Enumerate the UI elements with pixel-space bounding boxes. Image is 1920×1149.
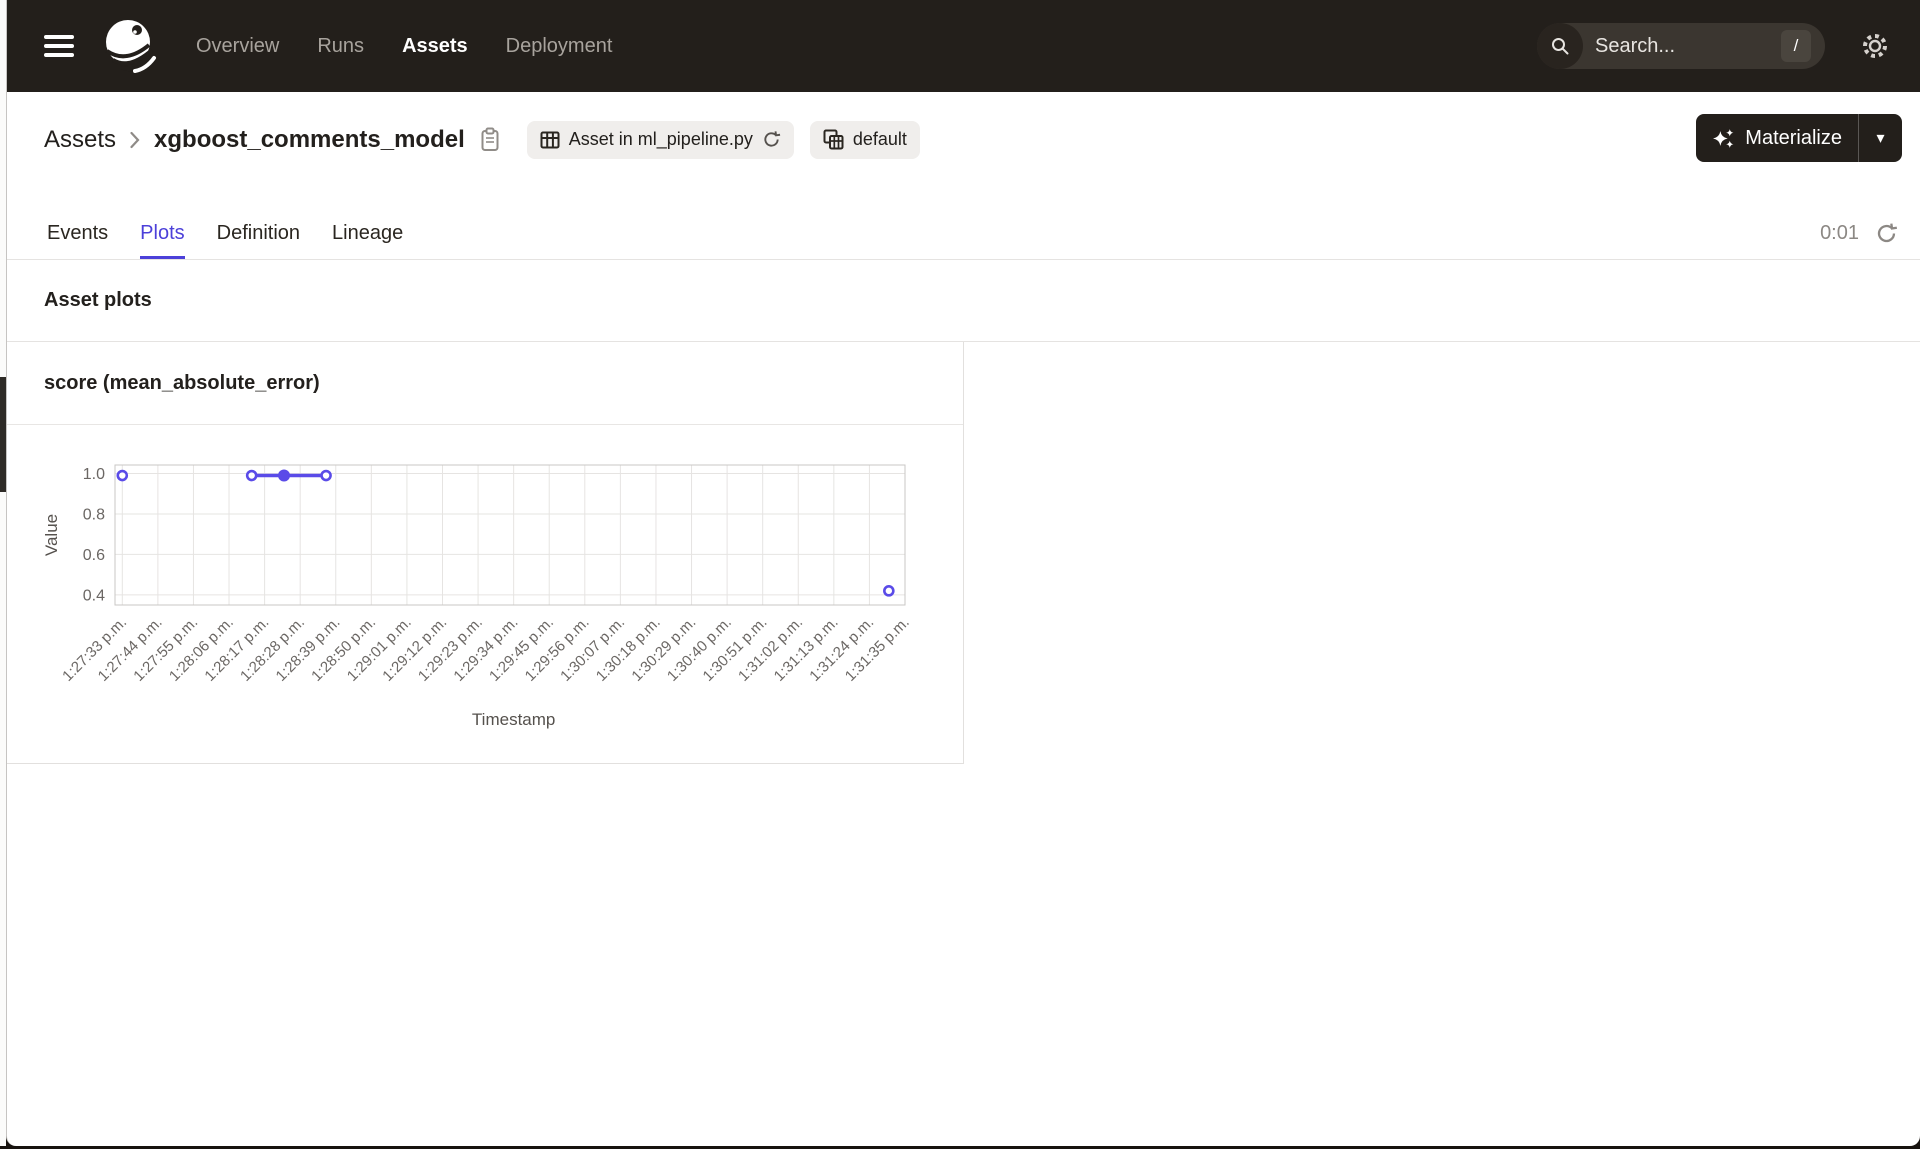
gear-icon[interactable] — [1860, 31, 1890, 61]
refresh-icon[interactable] — [1875, 222, 1898, 245]
group-badge[interactable]: default — [809, 120, 920, 159]
tab-lineage[interactable]: Lineage — [332, 222, 403, 259]
table-grid-icon — [540, 131, 560, 148]
svg-text:0.8: 0.8 — [83, 506, 105, 523]
nav-item-runs[interactable]: Runs — [317, 35, 364, 58]
asset-group-icon — [823, 129, 844, 150]
tab-plots[interactable]: Plots — [140, 222, 184, 259]
nav-item-deployment[interactable]: Deployment — [506, 35, 613, 58]
app-window: Overview Runs Assets Deployment Search..… — [6, 0, 1920, 1146]
svg-text:1.0: 1.0 — [83, 466, 105, 483]
copy-icon[interactable] — [479, 127, 501, 153]
hamburger-menu-icon[interactable] — [44, 35, 74, 57]
asset-tabs: Events Plots Definition Lineage 0:01 — [7, 212, 1920, 260]
asset-plots-section-header: Asset plots — [7, 260, 1920, 342]
search-placeholder: Search... — [1595, 34, 1676, 57]
materialize-button[interactable]: Materialize — [1696, 114, 1858, 162]
data-point[interactable] — [116, 469, 129, 482]
materialize-dropdown-button[interactable]: ▾ — [1858, 114, 1902, 162]
code-location-label: Asset in ml_pipeline.py — [568, 129, 753, 149]
svg-text:0.6: 0.6 — [83, 547, 105, 564]
nav-item-assets[interactable]: Assets — [402, 35, 468, 58]
materialize-split-button: Materialize ▾ — [1696, 114, 1902, 162]
nav-links: Overview Runs Assets Deployment — [196, 35, 612, 58]
tab-events[interactable]: Events — [47, 222, 108, 259]
svg-text:0.4: 0.4 — [83, 587, 105, 604]
asset-header: Assets xgboost_comments_model Asset in m… — [7, 92, 1920, 187]
search-shortcut-badge: / — [1781, 30, 1811, 62]
code-location-badge[interactable]: Asset in ml_pipeline.py — [526, 120, 794, 159]
metric-line-chart[interactable]: 0.4 0.6 0.8 1.0 1:27:33 p.m. 1:27:44 p.m. 1:27… — [7, 425, 963, 764]
reload-icon[interactable] — [762, 130, 781, 149]
chevron-right-icon — [130, 131, 140, 149]
group-badge-label: default — [852, 129, 907, 149]
sparkles-icon — [1713, 128, 1734, 148]
svg-text:Timestamp: Timestamp — [472, 710, 555, 729]
dagster-logo[interactable] — [102, 17, 160, 75]
search-icon — [1537, 23, 1583, 69]
nav-item-overview[interactable]: Overview — [196, 35, 279, 58]
data-point[interactable] — [883, 585, 895, 597]
page-title: xgboost_comments_model — [154, 125, 465, 153]
refresh-countdown: 0:01 — [1820, 222, 1859, 244]
data-point[interactable] — [245, 469, 258, 482]
tab-definition[interactable]: Definition — [217, 222, 300, 259]
section-title: Asset plots — [44, 289, 152, 311]
plot-title: score (mean_absolute_error) — [44, 371, 320, 394]
data-point[interactable] — [320, 469, 332, 482]
plot-card: score (mean_absolute_error) 0.4 0.6 0.8 1.0… — [7, 342, 964, 764]
materialize-label: Materialize — [1745, 126, 1842, 149]
search-input[interactable]: Search... / — [1537, 23, 1825, 69]
svg-text:Value: Value — [42, 514, 61, 556]
caret-down-icon: ▾ — [1876, 130, 1885, 147]
top-nav: Overview Runs Assets Deployment Search..… — [7, 0, 1920, 92]
breadcrumb-assets-link[interactable]: Assets — [44, 126, 116, 154]
data-point[interactable] — [278, 469, 291, 482]
